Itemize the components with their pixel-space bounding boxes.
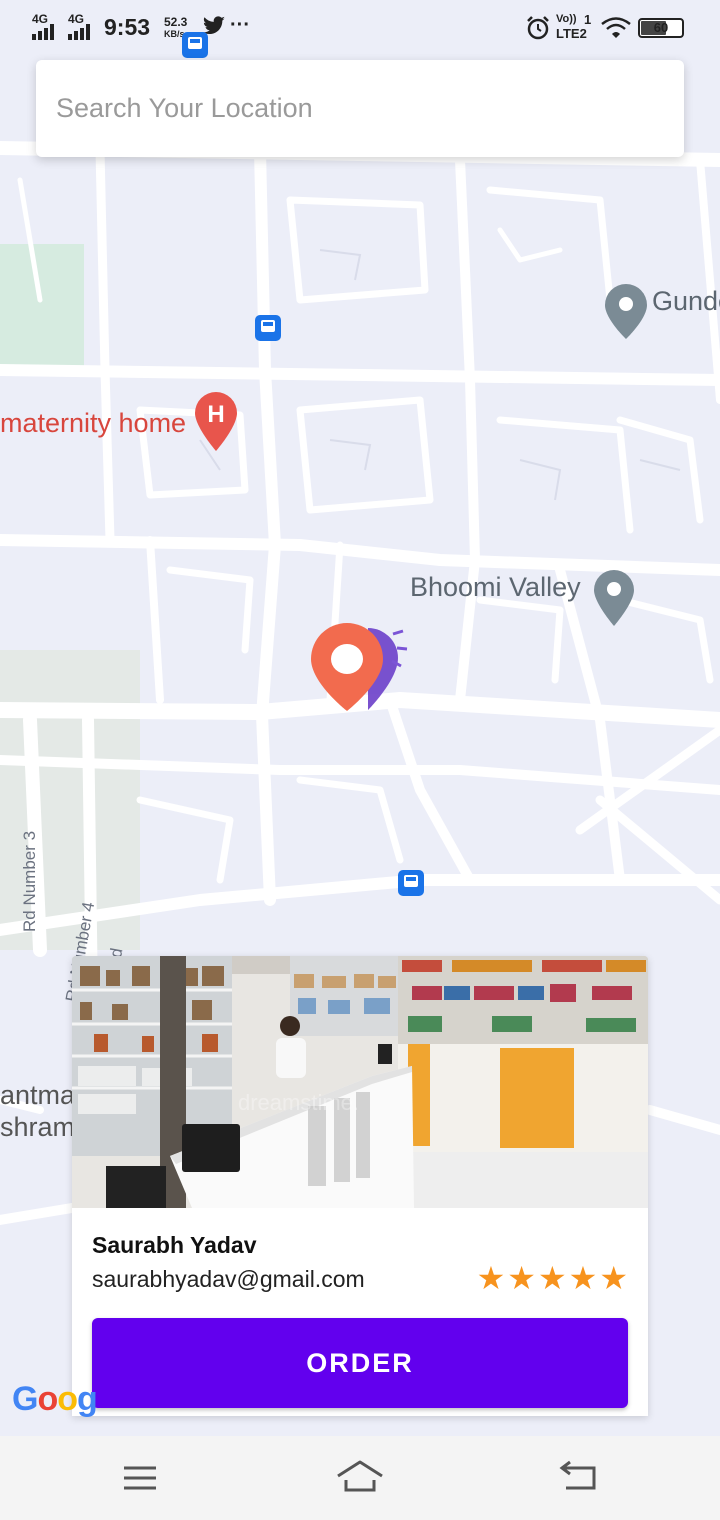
star-icon: ★ [537, 1260, 567, 1296]
search-box[interactable] [36, 60, 684, 157]
google-logo: Goog [12, 1380, 98, 1418]
search-input[interactable] [56, 93, 684, 124]
menu-icon[interactable] [116, 1458, 164, 1498]
place-marker-icon[interactable] [594, 570, 634, 626]
store-owner-name: Saurabh Yadav [92, 1232, 257, 1258]
wifi-icon [601, 17, 631, 38]
map-label-left-edge-1[interactable]: antma [0, 1080, 75, 1111]
map-label-left-edge-2[interactable]: shram [0, 1112, 75, 1143]
star-icon: ★ [599, 1260, 628, 1296]
map-label-bhoomi-valley[interactable]: Bhoomi Valley [410, 572, 581, 603]
bus-stop-icon[interactable] [255, 315, 281, 341]
store-owner-email: saurabhyadav@gmail.com [92, 1266, 365, 1292]
bus-stop-icon[interactable] [398, 870, 424, 896]
rating-stars: ★ ★ ★ ★ ★ [477, 1262, 628, 1294]
more-notifications-icon: ··· [230, 14, 250, 36]
battery-level: 60 [653, 20, 669, 35]
order-button[interactable]: ORDER [92, 1318, 628, 1408]
star-icon: ★ [476, 1260, 506, 1296]
signal-icon [68, 24, 90, 40]
status-bar: 4G 4G 9:53 52.3 KB/s ··· Vo)) 1 LTE2 60 [0, 0, 720, 58]
place-marker-icon[interactable] [605, 284, 647, 339]
map-label-gundecha[interactable]: Gunde [652, 286, 720, 317]
bus-stop-icon[interactable] [182, 32, 208, 58]
battery-icon: 60 [638, 18, 684, 38]
volte-indicator: Vo)) [556, 13, 577, 25]
sim-index: 1 [584, 12, 592, 27]
alarm-icon [527, 16, 549, 40]
data-rate: 52.3 [164, 15, 188, 29]
back-icon[interactable] [556, 1458, 604, 1498]
store-photo: dreamstime. [72, 956, 648, 1208]
street-label-rd-number-3: Rd Number 3 [20, 830, 39, 932]
signal-icon [32, 24, 54, 40]
store-card[interactable]: dreamstime. Saurabh Yadav saurabhyadav@g… [72, 956, 648, 1416]
system-navigation-bar [0, 1436, 720, 1520]
star-icon: ★ [507, 1260, 536, 1296]
home-icon[interactable] [336, 1458, 384, 1498]
map-label-maternity-home[interactable]: maternity home [0, 408, 186, 439]
svg-text:dreamstime.: dreamstime. [238, 1090, 359, 1115]
svg-text:H: H [207, 401, 224, 428]
lte-indicator: LTE2 [556, 26, 587, 41]
star-icon: ★ [568, 1260, 598, 1296]
clock-time: 9:53 [104, 14, 151, 40]
park-area [0, 244, 84, 376]
